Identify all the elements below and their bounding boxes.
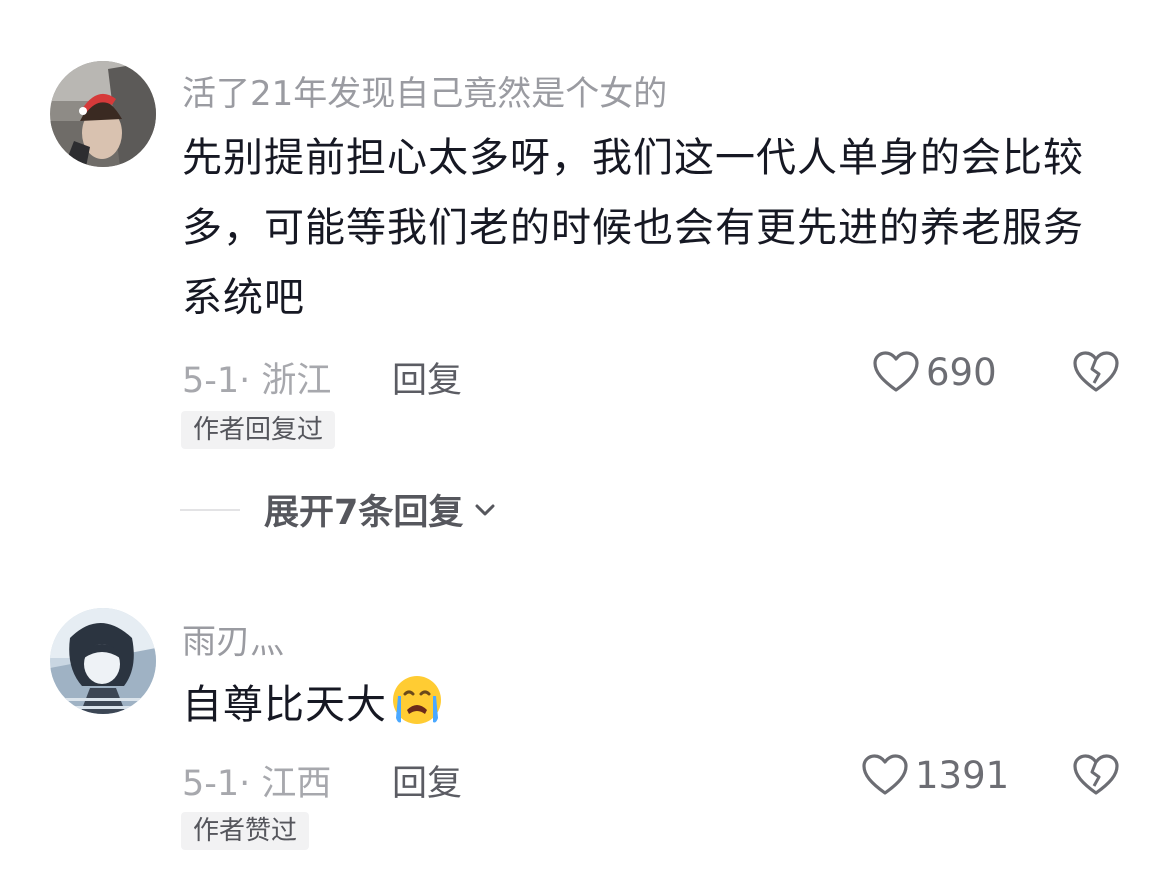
username[interactable]: 雨刃灬 (182, 614, 284, 663)
user-avatar-image (50, 61, 156, 167)
comment-date-location: 5-1· 浙江 (182, 361, 332, 401)
broken-heart-icon (1073, 754, 1119, 795)
comment-text: 自尊比天大 (182, 670, 1122, 748)
heart-icon (862, 754, 908, 795)
broken-heart-icon (1073, 351, 1119, 392)
comment-text-body: 自尊比天大 (182, 682, 387, 728)
divider-line (180, 508, 240, 511)
user-avatar-image (50, 608, 156, 714)
comment-date-location: 5-1· 江西 (182, 764, 332, 804)
dislike-button[interactable] (1072, 753, 1120, 801)
chevron-down-icon (475, 504, 495, 515)
username[interactable]: 活了21年发现自己竟然是个女的 (182, 66, 667, 115)
reply-button[interactable]: 回复 (392, 755, 462, 806)
expand-replies-label: 展开7条回复 (264, 493, 464, 533)
like-count: 1391 (915, 753, 1010, 797)
reply-button[interactable]: 回复 (392, 352, 462, 403)
avatar[interactable] (50, 61, 156, 167)
like-button[interactable]: 1391 (861, 753, 1009, 797)
avatar[interactable] (50, 608, 156, 714)
author-tag: 作者赞过 (181, 812, 310, 850)
dislike-button[interactable] (1072, 350, 1120, 398)
expand-replies-button[interactable]: 展开7条回复 (180, 484, 497, 535)
heart-icon (873, 351, 919, 392)
like-button[interactable]: 690 (872, 350, 997, 394)
loudly-crying-face-icon (391, 674, 443, 748)
comment-text: 先别提前担心太多呀，我们这一代人单身的会比较多，可能等我们老的时候也会有更先进的… (182, 135, 1084, 321)
like-count: 690 (926, 350, 997, 394)
author-tag: 作者回复过 (181, 411, 336, 449)
